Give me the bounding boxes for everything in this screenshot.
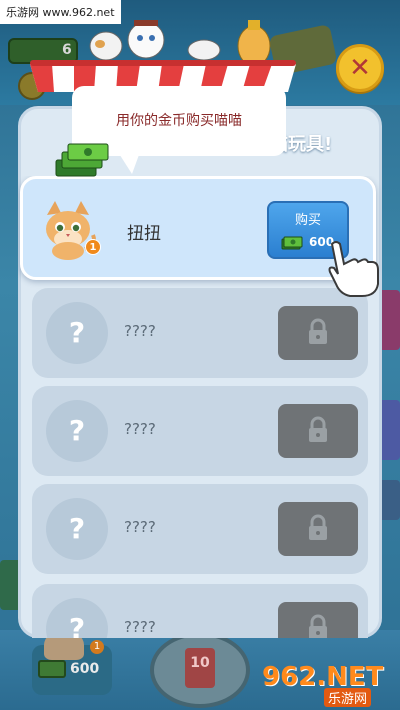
cat-avatar-icon bbox=[37, 199, 99, 265]
lock-icon bbox=[307, 514, 329, 546]
lock-icon bbox=[307, 614, 329, 638]
buy-button-label: 购买 bbox=[294, 213, 321, 228]
item-name: ???? bbox=[124, 518, 156, 536]
lock-icon bbox=[307, 318, 329, 350]
bottom-timer-value: 10 bbox=[190, 655, 210, 671]
item-name: ???? bbox=[124, 618, 156, 636]
item-name: ???? bbox=[124, 322, 156, 340]
cash-icon bbox=[281, 235, 303, 254]
pointer-hand-icon bbox=[322, 238, 384, 304]
bottom-money-icon bbox=[38, 660, 66, 678]
item-name: ???? bbox=[124, 420, 156, 438]
speech-bubble-text: 用你的金币购买喵喵 bbox=[116, 113, 242, 129]
lock-icon bbox=[307, 416, 329, 448]
question-mark-icon: ? bbox=[68, 414, 86, 447]
question-mark-icon: ? bbox=[68, 316, 86, 349]
shop-item-locked: ? ???? bbox=[32, 484, 368, 574]
money-stack-icon bbox=[54, 140, 110, 184]
locked-button[interactable] bbox=[278, 404, 358, 458]
shop-item-locked: ? ???? bbox=[32, 288, 368, 378]
bottom-money-value: 600 bbox=[70, 661, 100, 677]
shop-item-locked: ? ???? bbox=[32, 386, 368, 476]
bottom-cat-level: 1 bbox=[90, 640, 104, 654]
locked-button[interactable] bbox=[278, 306, 358, 360]
question-mark-icon: ? bbox=[68, 512, 86, 545]
watermark-bottom-sub: 乐游网 bbox=[324, 688, 372, 707]
item-name: 扭扭 bbox=[127, 224, 161, 244]
question-mark-icon: ? bbox=[68, 612, 86, 638]
speech-bubble-tail bbox=[118, 152, 140, 174]
locked-button[interactable] bbox=[278, 502, 358, 556]
watermark-top: 乐游网 www.962.net bbox=[0, 0, 121, 24]
close-icon: ✕ bbox=[349, 53, 371, 83]
cat-level-badge: 1 bbox=[85, 239, 101, 255]
locked-button[interactable] bbox=[278, 602, 358, 638]
close-button[interactable]: ✕ bbox=[336, 44, 384, 92]
shop-item-locked: ? ???? bbox=[32, 584, 368, 638]
watermark-bottom: 962.NET 乐游网 bbox=[262, 662, 392, 707]
